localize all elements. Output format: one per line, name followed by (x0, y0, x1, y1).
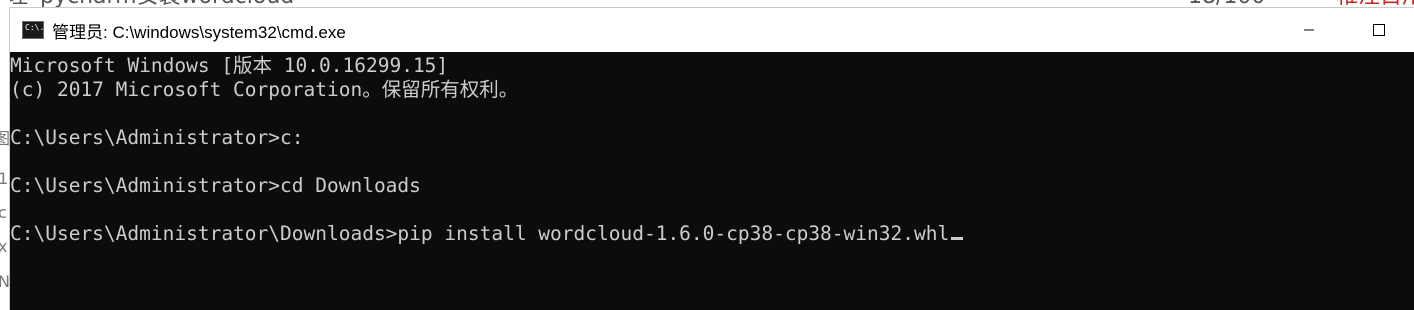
cmd-icon-glyph: C:\. (25, 23, 45, 32)
console-line: Microsoft Windows [版本 10.0.16299.15] (10, 54, 449, 77)
background-text: N (0, 272, 10, 291)
console-line: C:\Users\Administrator>cd Downloads (10, 174, 421, 197)
background-text: 1 (0, 169, 9, 188)
background-text: x (0, 237, 8, 256)
window-title: 管理员: C:\windows\system32\cmd.exe (52, 22, 346, 42)
console-input-line[interactable]: C:\Users\Administrator\Downloads>pip ins… (10, 222, 1414, 246)
maximize-icon (1373, 24, 1385, 36)
background-text: 18/100 (1188, 0, 1265, 8)
console-line: C:\Users\Administrator>c: (10, 126, 304, 149)
background-text: c (0, 203, 7, 222)
text-cursor (951, 237, 964, 240)
cmd-window[interactable]: C:\. 管理员: C:\windows\system32\cmd.exe Mi… (10, 8, 1414, 310)
background-text: 稚泾目用 (1336, 0, 1414, 8)
background-page-top: 理 pycharm安装wordcloud 18/100 稚泾目用 (0, 0, 1414, 8)
minimize-icon (1304, 29, 1314, 31)
background-page-left: 图 1 c x N (0, 0, 10, 310)
console-output[interactable]: Microsoft Windows [版本 10.0.16299.15] (c)… (10, 52, 1414, 310)
minimize-button[interactable] (1274, 8, 1344, 52)
cmd-console-icon[interactable]: C:\. (22, 21, 44, 39)
console-line: (c) 2017 Microsoft Corporation。保留所有权利。 (10, 78, 519, 101)
caption-buttons (1274, 8, 1414, 52)
background-text: pycharm安装wordcloud (40, 0, 294, 8)
title-bar[interactable]: C:\. 管理员: C:\windows\system32\cmd.exe (10, 8, 1414, 52)
maximize-button[interactable] (1344, 8, 1414, 52)
console-command[interactable]: C:\Users\Administrator\Downloads>pip ins… (10, 222, 949, 245)
background-text: 图 (0, 129, 10, 148)
